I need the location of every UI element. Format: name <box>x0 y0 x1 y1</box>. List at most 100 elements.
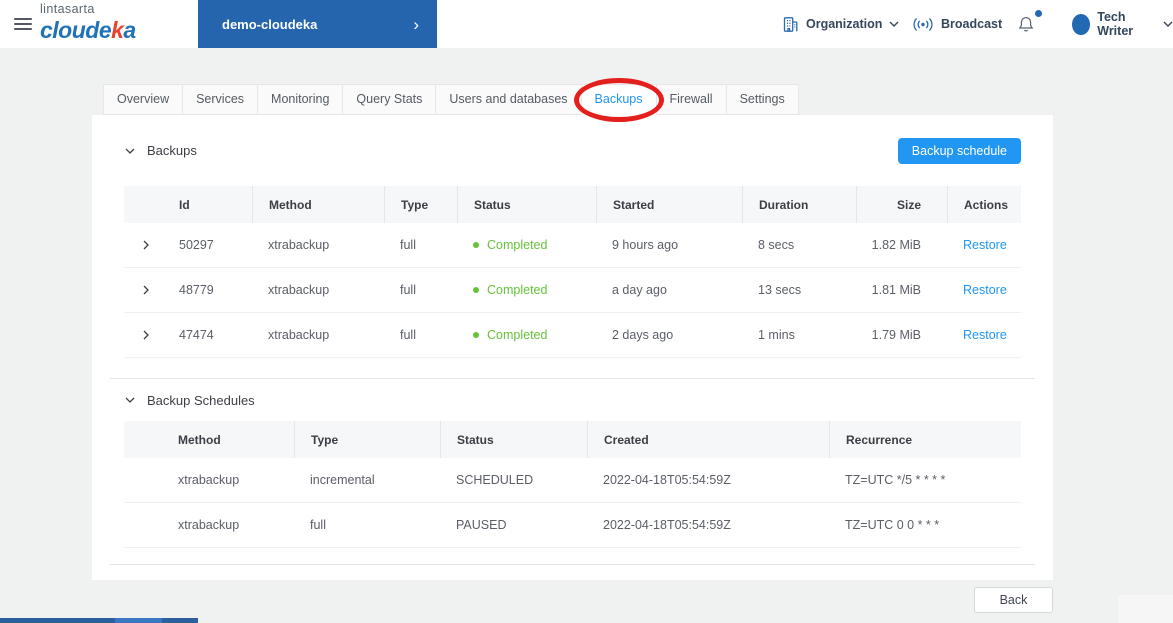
status-label: Completed <box>487 283 548 297</box>
schedules-section-toggle[interactable]: Backup Schedules <box>124 393 255 408</box>
tab-firewall[interactable]: Firewall <box>655 84 727 115</box>
schedule-created: 2022-04-18T05:54:59Z <box>603 518 731 532</box>
expand-row-button[interactable] <box>124 223 174 267</box>
notifications-button[interactable] <box>1014 0 1042 48</box>
schedules-table: Method Type Status Created Recurrence xt… <box>124 421 1021 548</box>
backup-row: 47474 xtrabackup full Completed 2 days a… <box>124 313 1021 358</box>
backup-id: 50297 <box>179 238 214 252</box>
header-size: Size <box>856 186 947 223</box>
backup-status: Completed <box>457 268 596 312</box>
tab-settings[interactable]: Settings <box>725 84 799 115</box>
restore-link[interactable]: Restore <box>963 328 1007 342</box>
schedules-table-header: Method Type Status Created Recurrence <box>124 421 1021 458</box>
chevron-down-icon <box>125 148 135 154</box>
header-status: Status <box>440 421 587 458</box>
brand-logo: lintasarta cloudeka <box>40 2 136 43</box>
backup-method: xtrabackup <box>268 238 330 252</box>
bell-icon <box>1018 16 1034 31</box>
chevron-right-icon: › <box>413 14 419 34</box>
header-recurrence: Recurrence <box>829 421 1021 458</box>
project-selector[interactable]: demo-cloudeka › <box>198 0 437 48</box>
tab-bar: Overview Services Monitoring Query Stats… <box>103 78 799 122</box>
tab-overview[interactable]: Overview <box>103 84 184 115</box>
tab-monitoring[interactable]: Monitoring <box>257 84 344 115</box>
bottom-edge-bar <box>0 618 198 623</box>
backup-type: full <box>400 328 416 342</box>
backup-actions: Restore <box>947 268 1021 312</box>
brand-company: lintasarta <box>40 2 95 16</box>
tab-services[interactable]: Services <box>182 84 259 115</box>
chevron-down-icon <box>889 21 899 27</box>
brand-product: cloudeka <box>40 16 136 43</box>
building-icon <box>783 16 798 32</box>
backup-actions: Restore <box>947 223 1021 267</box>
chevron-right-icon <box>143 285 149 295</box>
avatar <box>1072 13 1091 35</box>
schedule-type: full <box>310 518 326 532</box>
status-label: Completed <box>487 238 548 252</box>
broadcast-button[interactable]: Broadcast <box>912 0 1002 48</box>
backups-section-title: Backups <box>147 143 197 158</box>
backup-duration: 1 mins <box>758 328 795 342</box>
chevron-right-icon <box>143 330 149 340</box>
header-method: Method <box>252 186 384 223</box>
tab-users-and-databases[interactable]: Users and databases <box>435 84 582 115</box>
back-button[interactable]: Back <box>974 587 1053 613</box>
brand-product-accent: k <box>111 16 124 43</box>
schedule-recurrence: TZ=UTC */5 * * * * <box>845 473 946 487</box>
schedule-recurrence: TZ=UTC 0 0 * * * <box>845 518 940 532</box>
backup-status: Completed <box>457 313 596 357</box>
chevron-down-icon <box>125 397 135 403</box>
backup-started: 9 hours ago <box>612 238 679 252</box>
schedule-method: xtrabackup <box>178 473 240 487</box>
user-menu[interactable]: Tech Writer <box>1072 0 1173 48</box>
backup-schedule-button[interactable]: Backup schedule <box>897 137 1021 164</box>
backup-size: 1.81 MiB <box>871 283 921 297</box>
header-method: Method <box>178 432 221 447</box>
header-duration: Duration <box>742 186 856 223</box>
backup-started: a day ago <box>612 283 667 297</box>
notification-badge <box>1035 10 1042 17</box>
backup-row: 48779 xtrabackup full Completed a day ag… <box>124 268 1021 313</box>
expand-row-button[interactable] <box>124 268 174 312</box>
backups-section-toggle[interactable]: Backups <box>124 143 197 158</box>
backup-id: 48779 <box>179 283 214 297</box>
backup-started: 2 days ago <box>612 328 674 342</box>
broadcast-icon <box>913 17 933 31</box>
menu-icon[interactable] <box>14 18 32 33</box>
status-dot-icon <box>473 332 479 338</box>
schedule-created: 2022-04-18T05:54:59Z <box>603 473 731 487</box>
header-created: Created <box>587 421 829 458</box>
content-card: Backups Backup schedule Id Method Type S… <box>92 115 1053 580</box>
tab-backups-label: Backups <box>594 92 643 106</box>
backup-duration: 8 secs <box>758 238 795 252</box>
header-actions: Actions <box>947 186 1021 223</box>
brand-product-suffix: a <box>123 16 136 43</box>
tab-query-stats[interactable]: Query Stats <box>342 84 437 115</box>
header-type: Type <box>294 421 440 458</box>
backups-table: Id Method Type Status Started Duration S… <box>124 186 1021 358</box>
backup-type: full <box>400 283 416 297</box>
schedule-type: incremental <box>310 473 375 487</box>
schedule-status: PAUSED <box>456 518 507 532</box>
organization-menu[interactable]: Organization <box>782 0 899 48</box>
corner-widget <box>1118 595 1173 623</box>
chevron-down-icon <box>1163 21 1173 27</box>
header-expand <box>124 186 174 223</box>
restore-link[interactable]: Restore <box>963 283 1007 297</box>
schedules-section-title: Backup Schedules <box>147 392 255 408</box>
header-started: Started <box>596 186 742 223</box>
backup-method: xtrabackup <box>268 328 330 342</box>
bottom-edge-bar-segment <box>115 618 162 623</box>
status-dot-icon <box>473 287 479 293</box>
section-divider <box>110 564 1035 565</box>
header-type: Type <box>384 186 457 223</box>
schedule-status: SCHEDULED <box>456 473 534 487</box>
expand-row-button[interactable] <box>124 313 174 357</box>
restore-link[interactable]: Restore <box>963 238 1007 252</box>
tab-backups[interactable]: Backups <box>573 78 664 122</box>
project-name: demo-cloudeka <box>222 16 318 32</box>
backup-size: 1.82 MiB <box>871 238 921 252</box>
brand-product-prefix: cloude <box>40 16 112 43</box>
backup-method: xtrabackup <box>268 283 330 297</box>
